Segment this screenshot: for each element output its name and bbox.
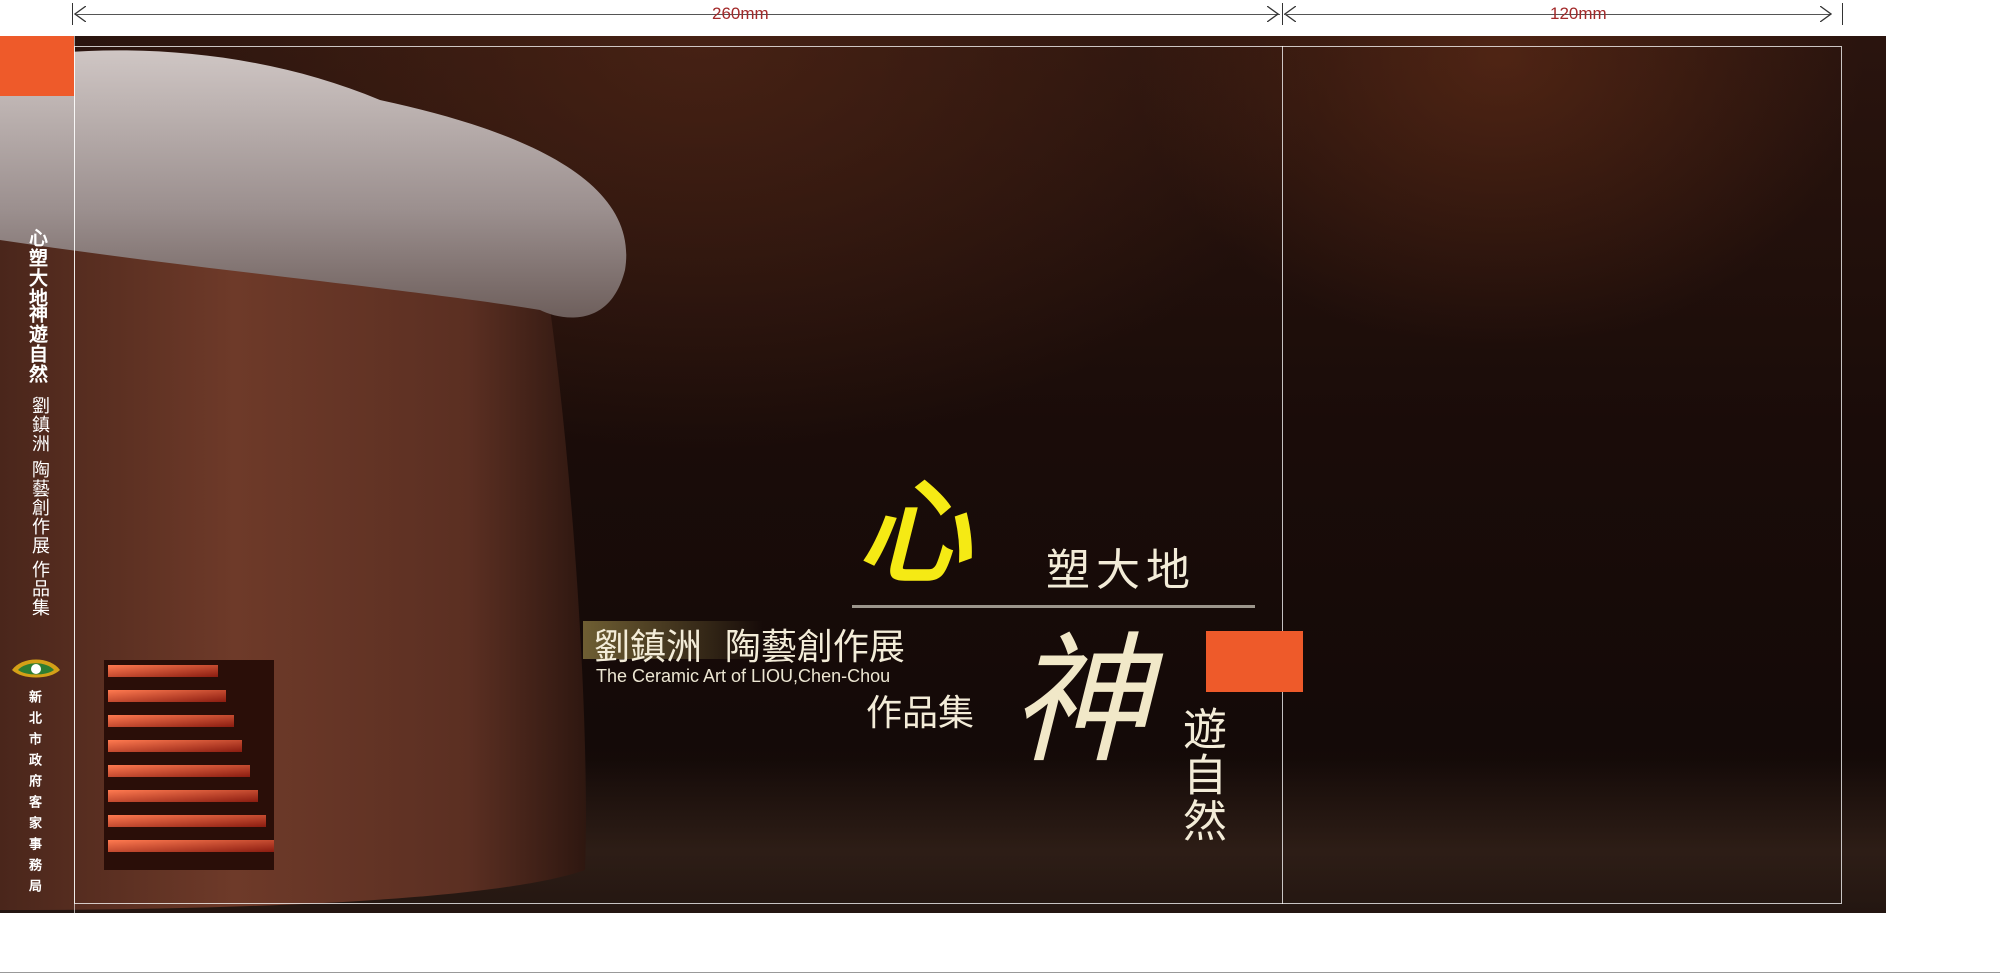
publisher-logo-icon [12, 659, 60, 678]
title-phrase-1: 塑大地 [1046, 545, 1196, 596]
flap-fold-line [1282, 46, 1283, 904]
spine-publisher: 新北市政府客家事務局 [26, 690, 41, 900]
subtitle-english: The Ceramic Art of LIOU,Chen-Chou [596, 666, 891, 686]
page-bottom-rule [0, 972, 2000, 973]
spine-author: 劉鎮洲 [29, 396, 50, 453]
spine-exhibition: 陶藝創作展 [29, 460, 50, 555]
title-phrase-2: 遊自然 [1175, 706, 1226, 844]
dimension-tick-right [1842, 3, 1843, 25]
arrow-right-icon [1267, 6, 1279, 22]
title-glyph-xin: 心 [858, 468, 970, 599]
dimension-line-left [76, 14, 1280, 15]
title-glyph-shen: 神 [1010, 620, 1151, 783]
front-accent-block [1206, 631, 1303, 692]
arrow-right-icon [1820, 6, 1832, 22]
dimension-tick-left [72, 3, 73, 25]
spine-accent-block [0, 36, 74, 96]
spine-catalog: 作品集 [29, 560, 50, 617]
spine-title-1: 心塑大地 [26, 228, 48, 308]
catalog-label: 作品集 [866, 693, 975, 734]
title-divider [852, 605, 1255, 608]
spine-title-2: 神遊自然 [26, 304, 48, 384]
dimension-label-right: 120mm [1550, 4, 1607, 23]
subtitle-chinese: 劉鎮洲 陶藝創作展 [594, 627, 905, 668]
dimension-label-left: 260mm [712, 4, 769, 23]
dimension-tick-middle [1282, 3, 1283, 25]
